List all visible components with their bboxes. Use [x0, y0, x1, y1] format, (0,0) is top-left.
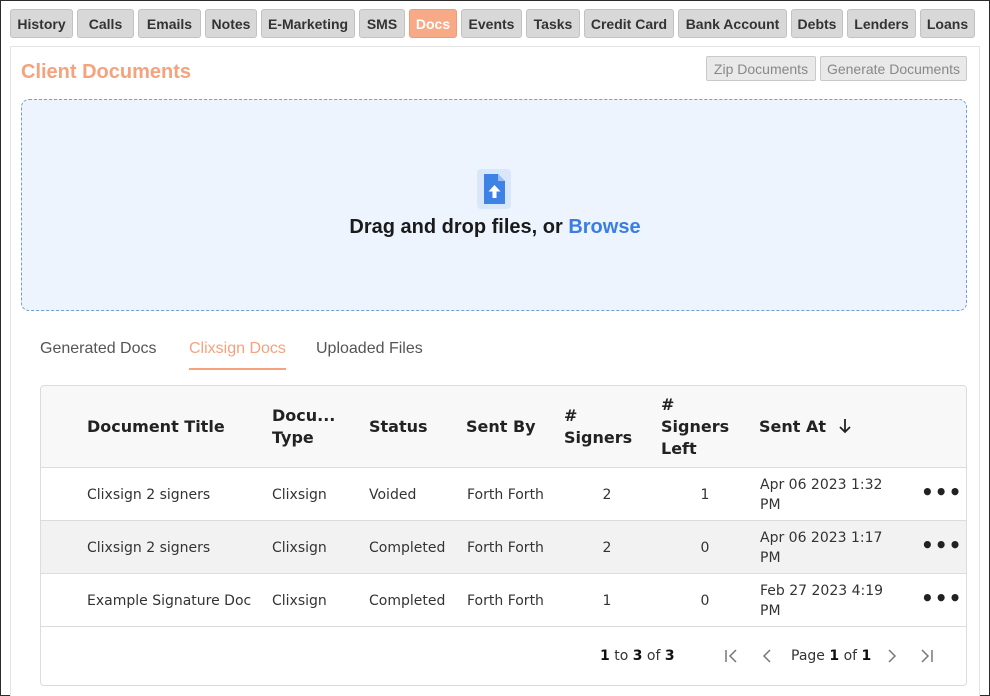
column-header-signers-left[interactable]: # Signers Left: [661, 394, 729, 460]
next-page-icon[interactable]: [884, 647, 900, 665]
tab-bank-account[interactable]: Bank Account: [678, 9, 787, 38]
column-header-type-line1: Docu...: [272, 406, 336, 425]
cell-document-type: Clixsign: [272, 539, 327, 556]
column-header-sent-at-label: Sent At: [759, 417, 827, 436]
cell-signers: 2: [602, 539, 612, 556]
column-header-type-line2: Type: [272, 428, 314, 447]
tab-docs[interactable]: Docs: [409, 9, 457, 38]
more-options-icon[interactable]: •••: [921, 588, 962, 608]
tab-tasks[interactable]: Tasks: [526, 9, 580, 38]
column-header-sent-at[interactable]: Sent At: [759, 416, 852, 438]
tab-events[interactable]: Events: [461, 9, 522, 38]
column-header-left-line3: Left: [661, 439, 697, 458]
cell-sent-at: Apr 06 2023 1:17 PM: [760, 529, 883, 566]
cell-sent-at: Feb 27 2023 4:19 PM: [760, 582, 884, 619]
tab-e-marketing[interactable]: E-Marketing: [261, 9, 355, 38]
column-header-left-line1: #: [661, 395, 675, 414]
row-count-to: 3: [632, 648, 643, 664]
zip-documents-button[interactable]: Zip Documents: [706, 56, 816, 81]
cell-status: Completed: [369, 539, 446, 556]
table-row[interactable]: Example Signature Doc Clixsign Completed Fo…: [41, 574, 966, 627]
column-header-signers-line2: Signers: [564, 428, 633, 447]
row-count-of-word: of: [646, 648, 661, 664]
table-row[interactable]: Clixsign 2 signers Clixsign Voided Forth Fo…: [41, 468, 966, 521]
tab-history[interactable]: History: [10, 9, 73, 38]
upload-file-icon: [477, 169, 511, 209]
cell-signers-left: 1: [700, 486, 710, 503]
cell-document-type: Clixsign: [272, 592, 327, 609]
more-options-icon[interactable]: •••: [921, 482, 962, 502]
cell-signers: 2: [602, 486, 612, 503]
dropzone-text: Drag and drop files, or Browse: [0, 216, 990, 239]
column-header-document-type[interactable]: Docu... Type: [272, 405, 335, 449]
column-header-signers[interactable]: # Signers: [564, 405, 632, 449]
more-options-icon[interactable]: •••: [921, 535, 962, 555]
cell-sent-by: Forth Forth: [467, 486, 544, 503]
cell-sent-by: Forth Forth: [467, 539, 544, 556]
row-count-from: 1: [600, 648, 610, 664]
column-header-status[interactable]: Status: [369, 416, 428, 438]
cell-document-title: Clixsign 2 signers: [87, 486, 211, 503]
tab-generated-docs[interactable]: Generated Docs: [40, 340, 157, 370]
tab-calls[interactable]: Calls: [77, 9, 134, 38]
tab-notes[interactable]: Notes: [205, 9, 257, 38]
last-page-icon[interactable]: [919, 647, 935, 665]
dropzone-instruction: Drag and drop files, or: [349, 216, 569, 238]
tab-emails[interactable]: Emails: [138, 9, 201, 38]
tab-sms[interactable]: SMS: [359, 9, 405, 38]
page-indicator: Page 1 of 1: [791, 648, 871, 664]
column-header-sent-by[interactable]: Sent By: [466, 416, 536, 438]
tab-clixsign-docs[interactable]: Clixsign Docs: [189, 340, 286, 370]
documents-table: Document Title Docu... Type Status Sent …: [40, 385, 967, 686]
cell-status: Voided: [369, 486, 417, 503]
cell-signers: 1: [602, 592, 612, 609]
cell-document-type: Clixsign: [272, 486, 327, 503]
row-count-total: 3: [664, 648, 675, 664]
page-title: Client Documents: [21, 61, 192, 83]
row-count-to-word: to: [614, 648, 629, 664]
cell-document-title: Example Signature Doc: [87, 592, 252, 609]
tab-loans[interactable]: Loans: [920, 9, 975, 38]
total-pages: 1: [861, 648, 872, 664]
current-page: 1: [829, 648, 840, 664]
previous-page-icon[interactable]: [759, 647, 775, 665]
cell-sent-by: Forth Forth: [467, 592, 544, 609]
cell-signers-left: 0: [700, 592, 710, 609]
column-header-left-line2: Signers: [661, 417, 730, 436]
sort-descending-icon: [838, 419, 851, 434]
pagination-bar: 1 to 3 of 3 Page 1 of 1: [41, 627, 966, 685]
browse-link[interactable]: Browse: [568, 216, 640, 238]
cell-document-title: Clixsign 2 signers: [87, 539, 211, 556]
tab-debts[interactable]: Debts: [791, 9, 843, 38]
table-header: Document Title Docu... Type Status Sent …: [41, 386, 966, 468]
column-header-document-title[interactable]: Document Title: [87, 416, 225, 438]
column-header-signers-line1: #: [564, 406, 578, 425]
page-word: Page: [791, 648, 825, 664]
generate-documents-button[interactable]: Generate Documents: [820, 56, 967, 81]
first-page-icon[interactable]: [723, 647, 739, 665]
cell-status: Completed: [369, 592, 446, 609]
cell-signers-left: 0: [700, 539, 710, 556]
page-of-word: of: [843, 648, 858, 664]
cell-sent-at: Apr 06 2023 1:32 PM: [760, 476, 883, 513]
tab-credit-card[interactable]: Credit Card: [584, 9, 674, 38]
tab-lenders[interactable]: Lenders: [847, 9, 916, 38]
row-count: 1 to 3 of 3: [600, 648, 675, 664]
table-row[interactable]: Clixsign 2 signers Clixsign Completed Forth…: [41, 521, 966, 574]
tab-uploaded-files[interactable]: Uploaded Files: [316, 340, 423, 370]
